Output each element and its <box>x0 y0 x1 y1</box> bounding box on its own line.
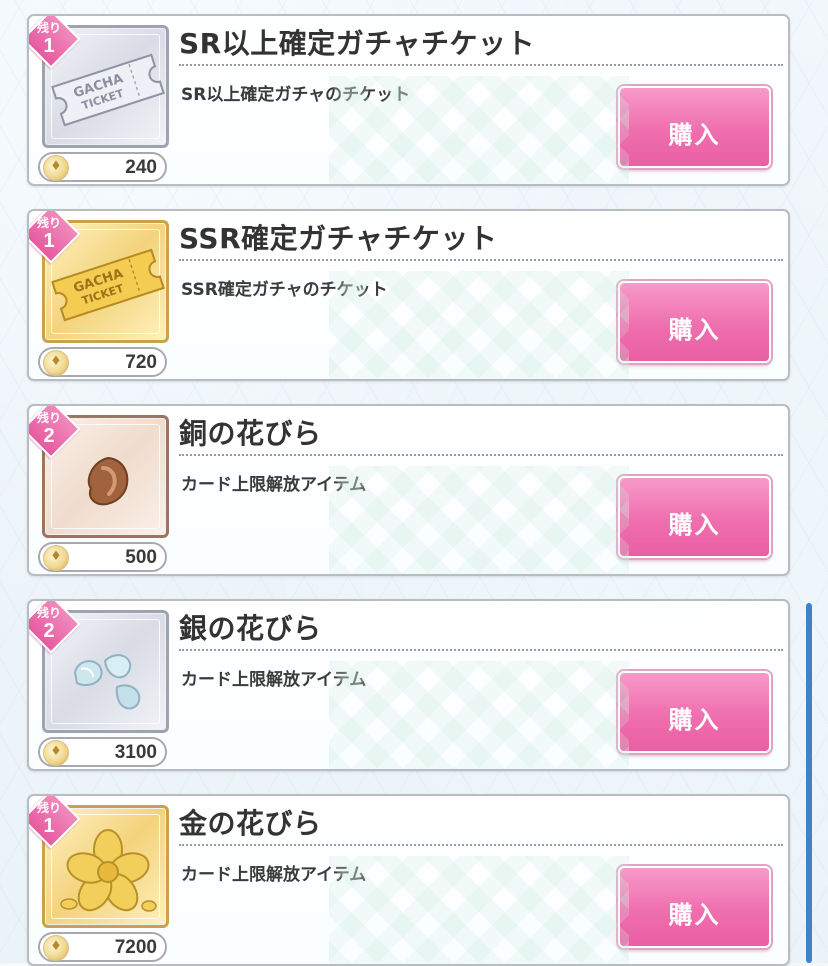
price-value: 7200 <box>114 937 157 958</box>
buy-button[interactable]: 購入 <box>618 86 771 168</box>
remaining-count: 1 <box>43 35 55 57</box>
shop-item: 残り 1 ♦ 7200 金の花びら カード上限解放アイテム 購入 <box>27 794 790 966</box>
price-tag: ♦ 7200 <box>38 932 167 962</box>
price-tag: ♦ 500 <box>38 542 167 572</box>
divider <box>179 844 783 846</box>
coin-icon: ♦ <box>43 545 69 571</box>
shop-item-list: GACHA TICKET 残り 1 ♦ 240 SR以上確定ガチャチケット SR… <box>0 0 828 966</box>
remaining-count: 1 <box>43 815 55 837</box>
item-description: カード上限解放アイテム <box>181 865 367 885</box>
remaining-label: 残り <box>36 606 61 620</box>
item-name: SSR確定ガチャチケット <box>179 222 498 255</box>
remaining-label: 残り <box>36 21 61 35</box>
shop-item: GACHA TICKET 残り 1 ♦ 720 SSR確定ガチャチケット SSR… <box>27 209 790 381</box>
coin-icon: ♦ <box>43 350 69 376</box>
remaining-badge: 残り 1 <box>29 16 81 69</box>
coin-icon: ♦ <box>43 935 69 961</box>
buy-button-label: 購入 <box>668 706 721 734</box>
scrollbar[interactable] <box>806 603 812 963</box>
price-tag: ♦ 3100 <box>38 737 167 767</box>
coin-icon: ♦ <box>43 740 69 766</box>
price-value: 500 <box>125 547 157 568</box>
shop-item: 残り 2 ♦ 3100 銀の花びら カード上限解放アイテム 購入 <box>27 599 790 771</box>
buy-button[interactable]: 購入 <box>618 866 771 948</box>
remaining-count: 1 <box>43 230 55 252</box>
item-name: 銀の花びら <box>179 612 322 645</box>
remaining-label: 残り <box>36 216 61 230</box>
buy-button-label: 購入 <box>668 901 721 929</box>
item-name: SR以上確定ガチャチケット <box>179 27 535 60</box>
remaining-badge: 残り 1 <box>29 211 81 264</box>
remaining-badge: 残り 2 <box>29 406 81 459</box>
buy-button-label: 購入 <box>668 121 721 149</box>
divider <box>179 259 783 261</box>
price-value: 720 <box>125 352 157 373</box>
divider <box>179 64 783 66</box>
item-description: SR以上確定ガチャのチケット <box>181 85 411 105</box>
item-name: 銅の花びら <box>179 417 322 450</box>
item-name: 金の花びら <box>179 807 322 840</box>
remaining-count: 2 <box>43 425 55 447</box>
shop-item: GACHA TICKET 残り 1 ♦ 240 SR以上確定ガチャチケット SR… <box>27 14 790 186</box>
remaining-badge: 残り 2 <box>29 601 81 654</box>
price-value: 3100 <box>114 742 157 763</box>
buy-button[interactable]: 購入 <box>618 671 771 753</box>
remaining-label: 残り <box>36 411 61 425</box>
buy-button-label: 購入 <box>668 316 721 344</box>
item-description: カード上限解放アイテム <box>181 475 367 495</box>
shop-item: 残り 2 ♦ 500 銅の花びら カード上限解放アイテム 購入 <box>27 404 790 576</box>
price-tag: ♦ 720 <box>38 347 167 377</box>
price-tag: ♦ 240 <box>38 152 167 182</box>
remaining-badge: 残り 1 <box>29 796 81 849</box>
divider <box>179 649 783 651</box>
divider <box>179 454 783 456</box>
buy-button[interactable]: 購入 <box>618 281 771 363</box>
buy-button-label: 購入 <box>668 511 721 539</box>
item-description: カード上限解放アイテム <box>181 670 367 690</box>
buy-button[interactable]: 購入 <box>618 476 771 558</box>
price-value: 240 <box>125 157 157 178</box>
remaining-count: 2 <box>43 620 55 642</box>
remaining-label: 残り <box>36 801 61 815</box>
item-description: SSR確定ガチャのチケット <box>181 280 388 300</box>
coin-icon: ♦ <box>43 155 69 181</box>
